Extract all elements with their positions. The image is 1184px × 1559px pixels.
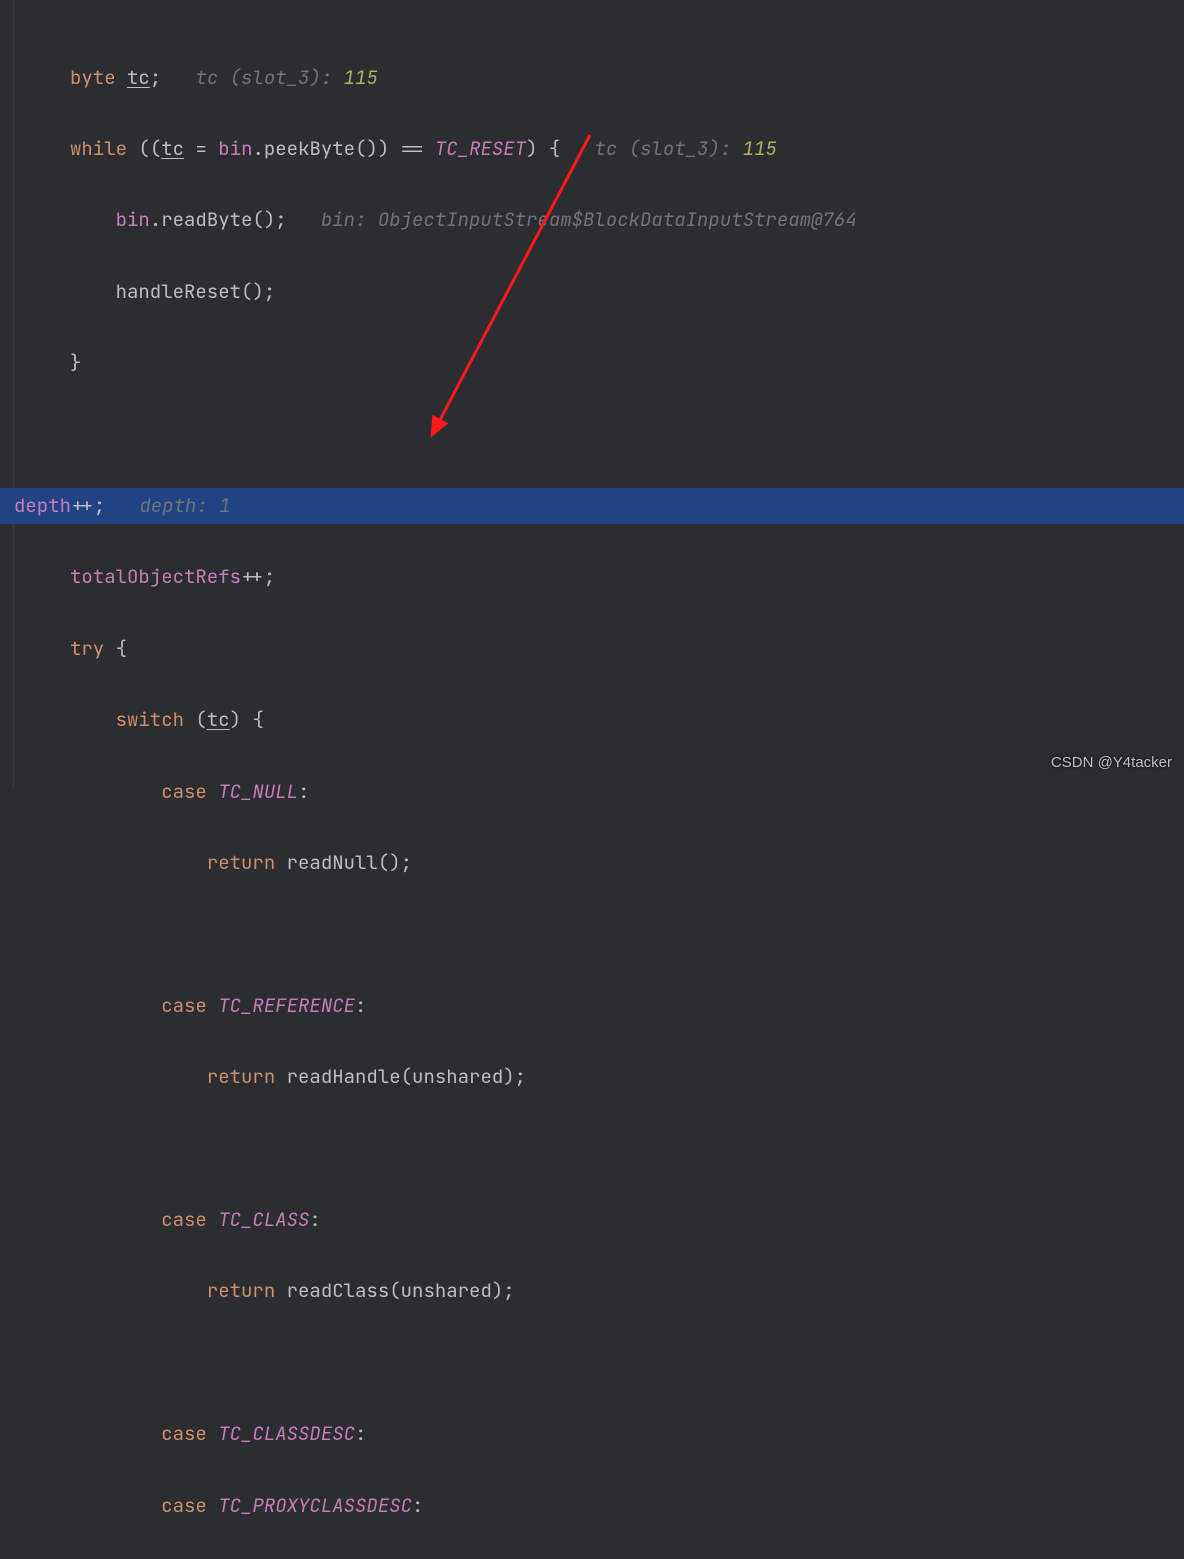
code-line: while ((tc = bin.peekByte()) == TC_RESET… (14, 131, 1184, 167)
code-line: return readHandle(unshared); (14, 1059, 1184, 1095)
code-line (14, 916, 1184, 952)
code-editor[interactable]: byte tc; tc (slot_3): 115 while ((tc = b… (14, 0, 1184, 1559)
code-line: return readClass(unshared); (14, 1273, 1184, 1309)
execution-line: depth++; depth: 1 (0, 488, 1184, 524)
code-line: bin.readByte(); bin: ObjectInputStream$B… (14, 202, 1184, 238)
code-line (14, 417, 1184, 453)
code-line: handleReset(); (14, 274, 1184, 310)
code-line: case TC_REFERENCE: (14, 988, 1184, 1024)
watermark: CSDN @Y4tacker (1051, 745, 1172, 781)
inline-hint: depth: 1 (139, 493, 230, 518)
keyword-byte: byte (70, 65, 116, 90)
code-line: totalObjectRefs++; (14, 559, 1184, 595)
inline-hint-value: 115 (743, 136, 777, 161)
code-line (14, 1345, 1184, 1381)
editor-gutter (0, 0, 14, 789)
code-line: switch (tc) { (14, 702, 1184, 738)
inline-hint: bin: ObjectInputStream$BlockDataInputStr… (321, 207, 857, 232)
code-line: case TC_CLASSDESC: (14, 1416, 1184, 1452)
inline-hint: tc (slot_3): (595, 136, 743, 161)
code-line: case TC_CLASS: (14, 1202, 1184, 1238)
code-line: case TC_PROXYCLASSDESC: (14, 1488, 1184, 1524)
keyword-while: while (70, 136, 127, 161)
code-line: byte tc; tc (slot_3): 115 (14, 60, 1184, 96)
inline-hint-value: 115 (344, 65, 378, 90)
code-line: case TC_NULL: (14, 774, 1184, 810)
code-line: } (14, 345, 1184, 381)
code-line (14, 1131, 1184, 1167)
code-line: try { (14, 631, 1184, 667)
code-line: return readNull(); (14, 845, 1184, 881)
inline-hint: tc (slot_3): (195, 65, 343, 90)
var-tc: tc (127, 65, 150, 90)
